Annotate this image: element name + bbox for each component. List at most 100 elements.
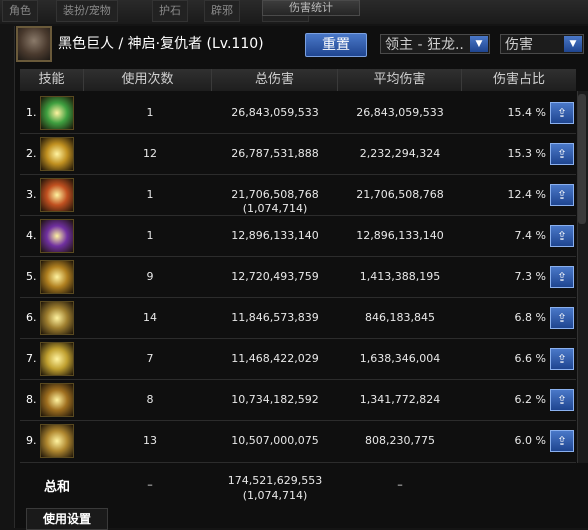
- green-swirl-skill-icon: [40, 96, 74, 130]
- use-count: 1: [146, 188, 154, 201]
- damage-share: 6.2 %: [514, 393, 546, 406]
- vortex-skill-icon: [40, 424, 74, 458]
- damage-share: 15.4 %: [507, 106, 546, 119]
- damage-share: 6.0 %: [514, 434, 546, 447]
- average-damage: 26,843,059,533: [356, 106, 444, 119]
- header: 黑色巨人 / 神启·复仇者 (Lv.110) 重置 领主 - 狂龙.. ▼ 伤害…: [14, 26, 588, 66]
- share-icon[interactable]: ⇪: [550, 348, 574, 370]
- damage-share: 6.6 %: [514, 352, 546, 365]
- target-select-value: 领主 - 狂龙..: [385, 37, 464, 53]
- row-index: 7.: [26, 352, 37, 365]
- total-count: –: [147, 478, 153, 491]
- total-damage-sub: (1,074,714): [242, 489, 308, 502]
- share-icon[interactable]: ⇪: [550, 143, 574, 165]
- total-label: 总和: [44, 480, 71, 495]
- share-icon[interactable]: ⇪: [550, 225, 574, 247]
- row-index: 5.: [26, 270, 37, 283]
- background-tab: 护石: [152, 0, 188, 22]
- damage-share: 12.4 %: [507, 188, 546, 201]
- background-tab: 辟邪: [204, 0, 240, 22]
- damage-share: 7.3 %: [514, 270, 546, 283]
- chevron-down-icon[interactable]: ▼: [470, 36, 488, 52]
- table-row: 8. 8 10,734,182,592 1,341,772,824 6.2 % ⇪: [20, 381, 576, 421]
- column-header-count: 使用次数: [84, 69, 212, 91]
- share-icon[interactable]: ⇪: [550, 389, 574, 411]
- average-damage: 1,341,772,824: [359, 393, 441, 406]
- average-damage: 2,232,294,324: [359, 147, 441, 160]
- column-header-share: 伤害占比: [462, 69, 576, 91]
- table-row: 4. 1 12,896,133,140 12,896,133,140 7.4 % ⇪: [20, 217, 576, 257]
- use-count: 13: [143, 434, 157, 447]
- target-select[interactable]: 领主 - 狂龙.. ▼: [380, 34, 490, 54]
- use-count: 9: [146, 270, 154, 283]
- column-header-average: 平均伤害: [338, 69, 462, 91]
- column-header-skill: 技能: [20, 69, 84, 91]
- table-row: 5. 9 12,720,493,759 1,413,388,195 7.3 % ⇪: [20, 258, 576, 298]
- total-damage: 21,706,508,768: [231, 188, 319, 201]
- row-index: 4.: [26, 229, 37, 242]
- damage-share: 7.4 %: [514, 229, 546, 242]
- flame-pillar-skill-icon: [40, 260, 74, 294]
- background-tab: 装扮/宠物: [56, 0, 118, 22]
- total-damage: 174,521,629,553: [227, 474, 323, 487]
- table-row: 6. 14 11,846,573,839 846,183,845 6.8 % ⇪: [20, 299, 576, 339]
- use-count: 1: [146, 106, 154, 119]
- mode-select[interactable]: 伤害 ▼: [500, 34, 584, 54]
- average-damage: 21,706,508,768: [356, 188, 444, 201]
- total-damage: 12,720,493,759: [231, 270, 319, 283]
- damage-share: 15.3 %: [507, 147, 546, 160]
- window-title: 伤害统计: [262, 0, 360, 16]
- total-damage: 11,468,422,029: [231, 352, 319, 365]
- mode-select-value: 伤害: [505, 37, 533, 53]
- total-average: –: [397, 478, 403, 491]
- share-icon[interactable]: ⇪: [550, 102, 574, 124]
- row-divider: [20, 215, 576, 216]
- total-damage: 10,507,000,075: [231, 434, 319, 447]
- row-index: 1.: [26, 106, 37, 119]
- share-icon[interactable]: ⇪: [550, 184, 574, 206]
- total-damage: 26,843,059,533: [231, 106, 319, 119]
- light-slash-skill-icon: [40, 342, 74, 376]
- row-divider: [20, 133, 576, 134]
- total-damage: 11,846,573,839: [231, 311, 319, 324]
- row-index: 9.: [26, 434, 37, 447]
- average-damage: 1,638,346,004: [359, 352, 441, 365]
- total-damage: 26,787,531,888: [231, 147, 319, 160]
- usage-settings-tab[interactable]: 使用设置: [26, 508, 108, 530]
- row-divider: [20, 379, 576, 380]
- purple-strike-skill-icon: [40, 219, 74, 253]
- total-damage: 10,734,182,592: [231, 393, 319, 406]
- reset-button[interactable]: 重置: [305, 33, 367, 57]
- divider: [20, 462, 576, 463]
- character-avatar: [16, 26, 52, 62]
- ring-blast-skill-icon: [40, 383, 74, 417]
- use-count: 8: [146, 393, 154, 406]
- average-damage: 1,413,388,195: [359, 270, 441, 283]
- total-damage: 12,896,133,140: [231, 229, 319, 242]
- background-tab: 角色: [2, 0, 38, 22]
- use-count: 14: [143, 311, 157, 324]
- row-divider: [20, 420, 576, 421]
- row-index: 3.: [26, 188, 37, 201]
- row-divider: [20, 174, 576, 175]
- table-row: 3. 1 21,706,508,768 (1,074,714) 21,706,508,7…: [20, 176, 576, 216]
- use-count: 1: [146, 229, 154, 242]
- row-index: 6.: [26, 311, 37, 324]
- skull-skill-icon: [40, 301, 74, 335]
- share-icon[interactable]: ⇪: [550, 307, 574, 329]
- column-header-total: 总伤害: [212, 69, 338, 91]
- share-icon[interactable]: ⇪: [550, 430, 574, 452]
- row-divider: [20, 338, 576, 339]
- row-index: 2.: [26, 147, 37, 160]
- average-damage: 808,230,775: [365, 434, 435, 447]
- table-row: 1. 1 26,843,059,533 26,843,059,533 15.4 % ⇪: [20, 94, 576, 134]
- share-icon[interactable]: ⇪: [550, 266, 574, 288]
- average-damage: 846,183,845: [365, 311, 435, 324]
- scrollbar-thumb[interactable]: [578, 94, 586, 224]
- chevron-down-icon[interactable]: ▼: [564, 36, 582, 52]
- use-count: 12: [143, 147, 157, 160]
- row-divider: [20, 297, 576, 298]
- average-damage: 12,896,133,140: [356, 229, 444, 242]
- row-divider: [20, 256, 576, 257]
- total-damage-sub: (1,074,714): [242, 202, 308, 215]
